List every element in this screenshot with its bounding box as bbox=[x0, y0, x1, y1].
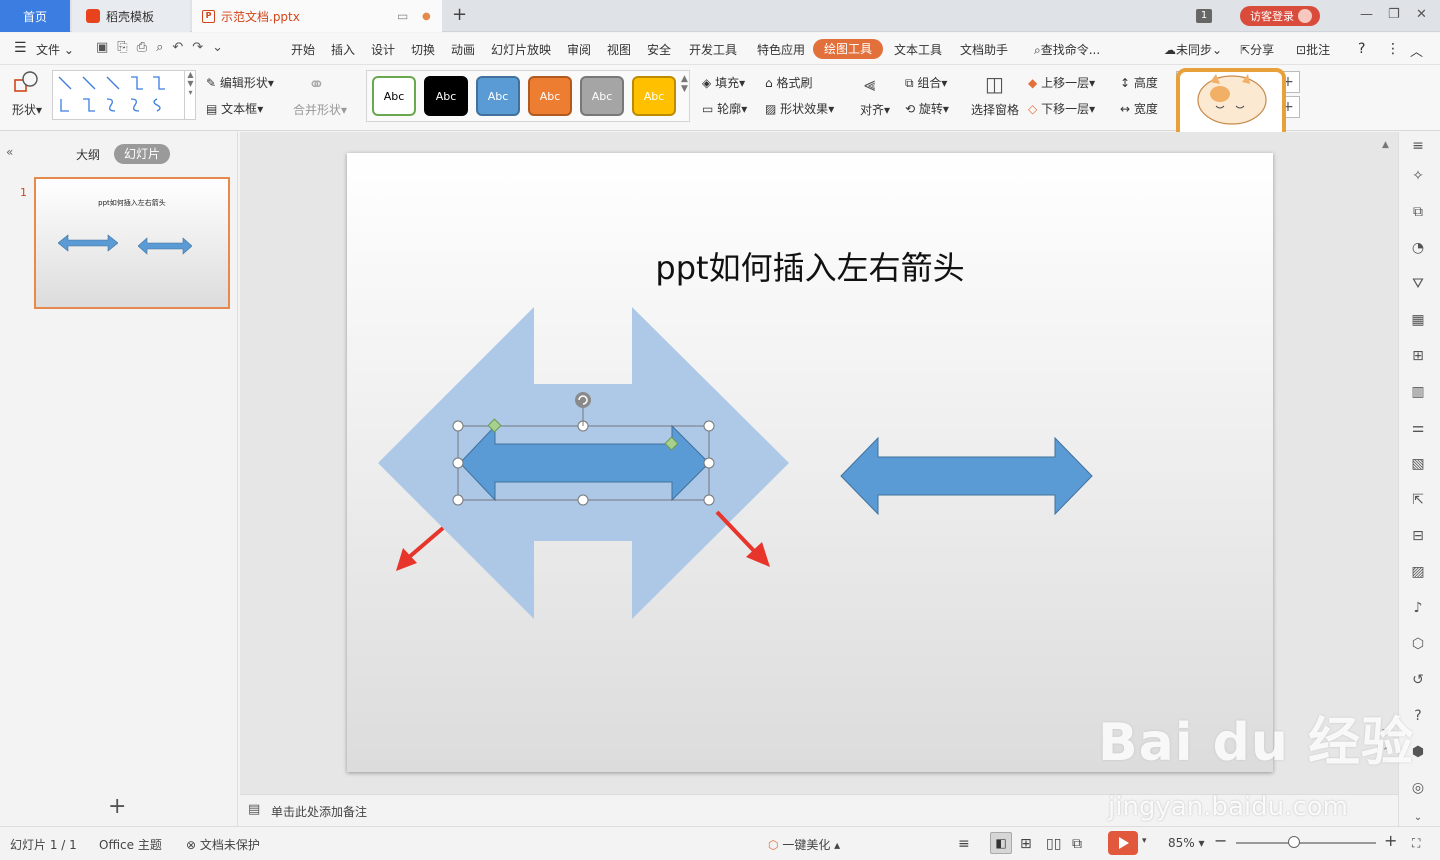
fill-bucket-icon[interactable]: ⛛ bbox=[1410, 276, 1426, 292]
beautify-icon: ⬡ bbox=[768, 838, 779, 852]
sliders-icon[interactable]: ⚌ bbox=[1410, 420, 1426, 436]
normal-view-icon[interactable]: ◧ bbox=[990, 832, 1012, 854]
export-icon[interactable]: ⇱ bbox=[1410, 492, 1426, 508]
reading-view-icon[interactable]: ▯▯ bbox=[1046, 836, 1061, 852]
shield-icon[interactable]: ⬡ bbox=[1410, 636, 1426, 652]
rotate-handle-icon[interactable] bbox=[575, 392, 591, 408]
notes-icon: ▤ bbox=[248, 802, 261, 817]
play-options-icon[interactable]: ▾ bbox=[1142, 836, 1147, 846]
history-icon[interactable]: ↺ bbox=[1410, 672, 1426, 688]
slide-counter: 幻灯片 1 / 1 bbox=[10, 838, 77, 852]
audio-icon[interactable]: ♪ bbox=[1410, 600, 1426, 616]
zoom-level-label: 85% bbox=[1168, 836, 1195, 850]
scroll-up-icon[interactable]: ▲ bbox=[1382, 140, 1389, 150]
baidu-watermark: Bai du 经验 bbox=[1098, 713, 1414, 773]
grid-icon[interactable]: ⊞ bbox=[1410, 348, 1426, 364]
beautify-label: 一键美化 bbox=[782, 838, 831, 852]
baidu-watermark-url: jingyan.baidu.com bbox=[1108, 792, 1348, 822]
picture-icon[interactable]: ▨ bbox=[1410, 564, 1426, 580]
table-icon[interactable]: ▦ bbox=[1410, 312, 1426, 328]
chart-icon[interactable]: ▥ bbox=[1410, 384, 1426, 400]
play-slideshow-button[interactable] bbox=[1108, 831, 1138, 855]
menu-lines-icon[interactable]: ≡ bbox=[1410, 138, 1426, 154]
play-icon bbox=[1119, 837, 1129, 849]
doc-protection-label: 文档未保护 bbox=[199, 838, 260, 852]
red-annotation-arrow-right bbox=[715, 510, 770, 567]
zoom-level[interactable]: 85% ▾ bbox=[1168, 836, 1205, 850]
magic-icon[interactable]: ✧ bbox=[1410, 168, 1426, 184]
zoom-in-icon[interactable]: + bbox=[1384, 831, 1397, 850]
theme-name[interactable]: Office 主题 bbox=[99, 836, 162, 853]
presenter-view-icon[interactable]: ⧉ bbox=[1072, 836, 1082, 852]
beautify-button[interactable]: ⬡ 一键美化 ▴ bbox=[768, 836, 840, 853]
left-right-arrow[interactable] bbox=[840, 436, 1093, 516]
archive-icon[interactable]: ⊟ bbox=[1410, 528, 1426, 544]
doc-protection[interactable]: ⊗ 文档未保护 bbox=[186, 836, 260, 853]
image-gallery-icon[interactable]: ▧ bbox=[1410, 456, 1426, 472]
location-icon[interactable]: ◎ bbox=[1410, 780, 1426, 796]
zoom-slider[interactable] bbox=[1236, 842, 1376, 844]
red-annotation-arrow-left bbox=[396, 526, 445, 571]
copy-shape-icon[interactable]: ⧉ bbox=[1410, 204, 1426, 220]
sorter-view-icon[interactable]: ⊞ bbox=[1020, 836, 1032, 852]
notes-placeholder: 单击此处添加备注 bbox=[271, 805, 368, 819]
shield-off-icon: ⊗ bbox=[186, 838, 197, 852]
notes-toggle-icon[interactable]: ≡ bbox=[958, 836, 970, 852]
shapes-icon[interactable]: ◔ bbox=[1410, 240, 1426, 256]
zoom-slider-knob[interactable] bbox=[1288, 836, 1300, 848]
fit-window-icon[interactable]: ⛶ bbox=[1412, 836, 1420, 851]
zoom-out-icon[interactable]: − bbox=[1214, 831, 1227, 850]
expand-down-icon[interactable]: ⌄ bbox=[1410, 810, 1426, 826]
